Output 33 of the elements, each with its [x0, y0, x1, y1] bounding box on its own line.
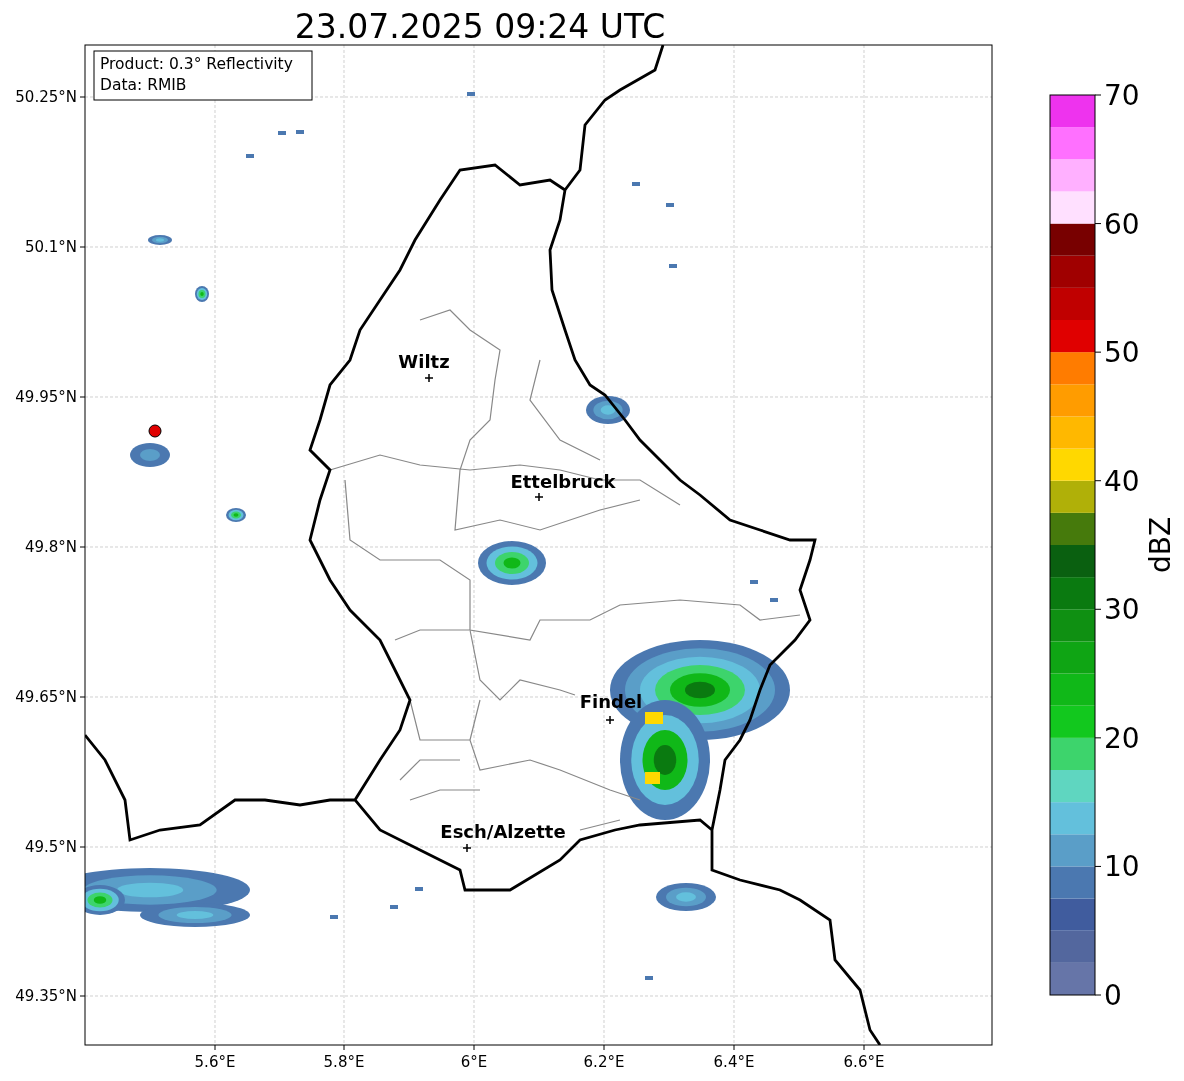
city-marker-icon — [534, 492, 544, 502]
axis-tick-label: 6°E — [460, 1053, 488, 1071]
colorbar-tick-label: 40 — [1104, 464, 1140, 498]
city-label: Esch/Alzette — [440, 821, 566, 842]
axis-tick-label: 49.35°N — [15, 987, 77, 1005]
colorbar-tick-label: 70 — [1104, 79, 1140, 112]
city-marker-icon — [605, 715, 615, 725]
axis-tick-label: 5.8°E — [323, 1053, 365, 1071]
colorbar-tick-label: 10 — [1104, 850, 1140, 884]
colorbar-tick-label: 0 — [1104, 979, 1122, 1012]
city-label: Ettelbruck — [510, 471, 616, 492]
colorbar-tick-label: 30 — [1104, 593, 1140, 627]
axis-tick-label: 6.4°E — [713, 1053, 755, 1071]
axis-tick-label: 50.25°N — [15, 88, 77, 106]
axis-tick-label: 6.2°E — [583, 1053, 625, 1071]
colorbar-label: dBZ — [1144, 516, 1177, 574]
legend-text: Data: RMIB — [100, 76, 187, 94]
city-marker-icon — [462, 843, 472, 853]
colorbar-tick-label: 50 — [1104, 336, 1140, 370]
axis-tick-label: 49.8°N — [24, 538, 77, 556]
colorbar-tick-label: 20 — [1104, 721, 1140, 755]
city-marker-icon — [424, 373, 434, 383]
axis-tick-label: 49.65°N — [15, 688, 77, 706]
axis-tick-label: 49.5°N — [24, 838, 77, 856]
axis-tick-label: 5.6°E — [194, 1053, 236, 1071]
colorbar-tick-label: 60 — [1104, 207, 1140, 241]
chart-title: 23.07.2025 09:24 UTC — [294, 7, 666, 46]
city-label: Wiltz — [398, 351, 450, 372]
radar-site-icon — [148, 424, 162, 438]
axis-tick-label: 6.6°E — [843, 1053, 885, 1071]
axis-tick-label: 50.1°N — [24, 238, 77, 256]
axis-tick-label: 49.95°N — [15, 388, 77, 406]
legend-text: Product: 0.3° Reflectivity — [100, 55, 293, 73]
